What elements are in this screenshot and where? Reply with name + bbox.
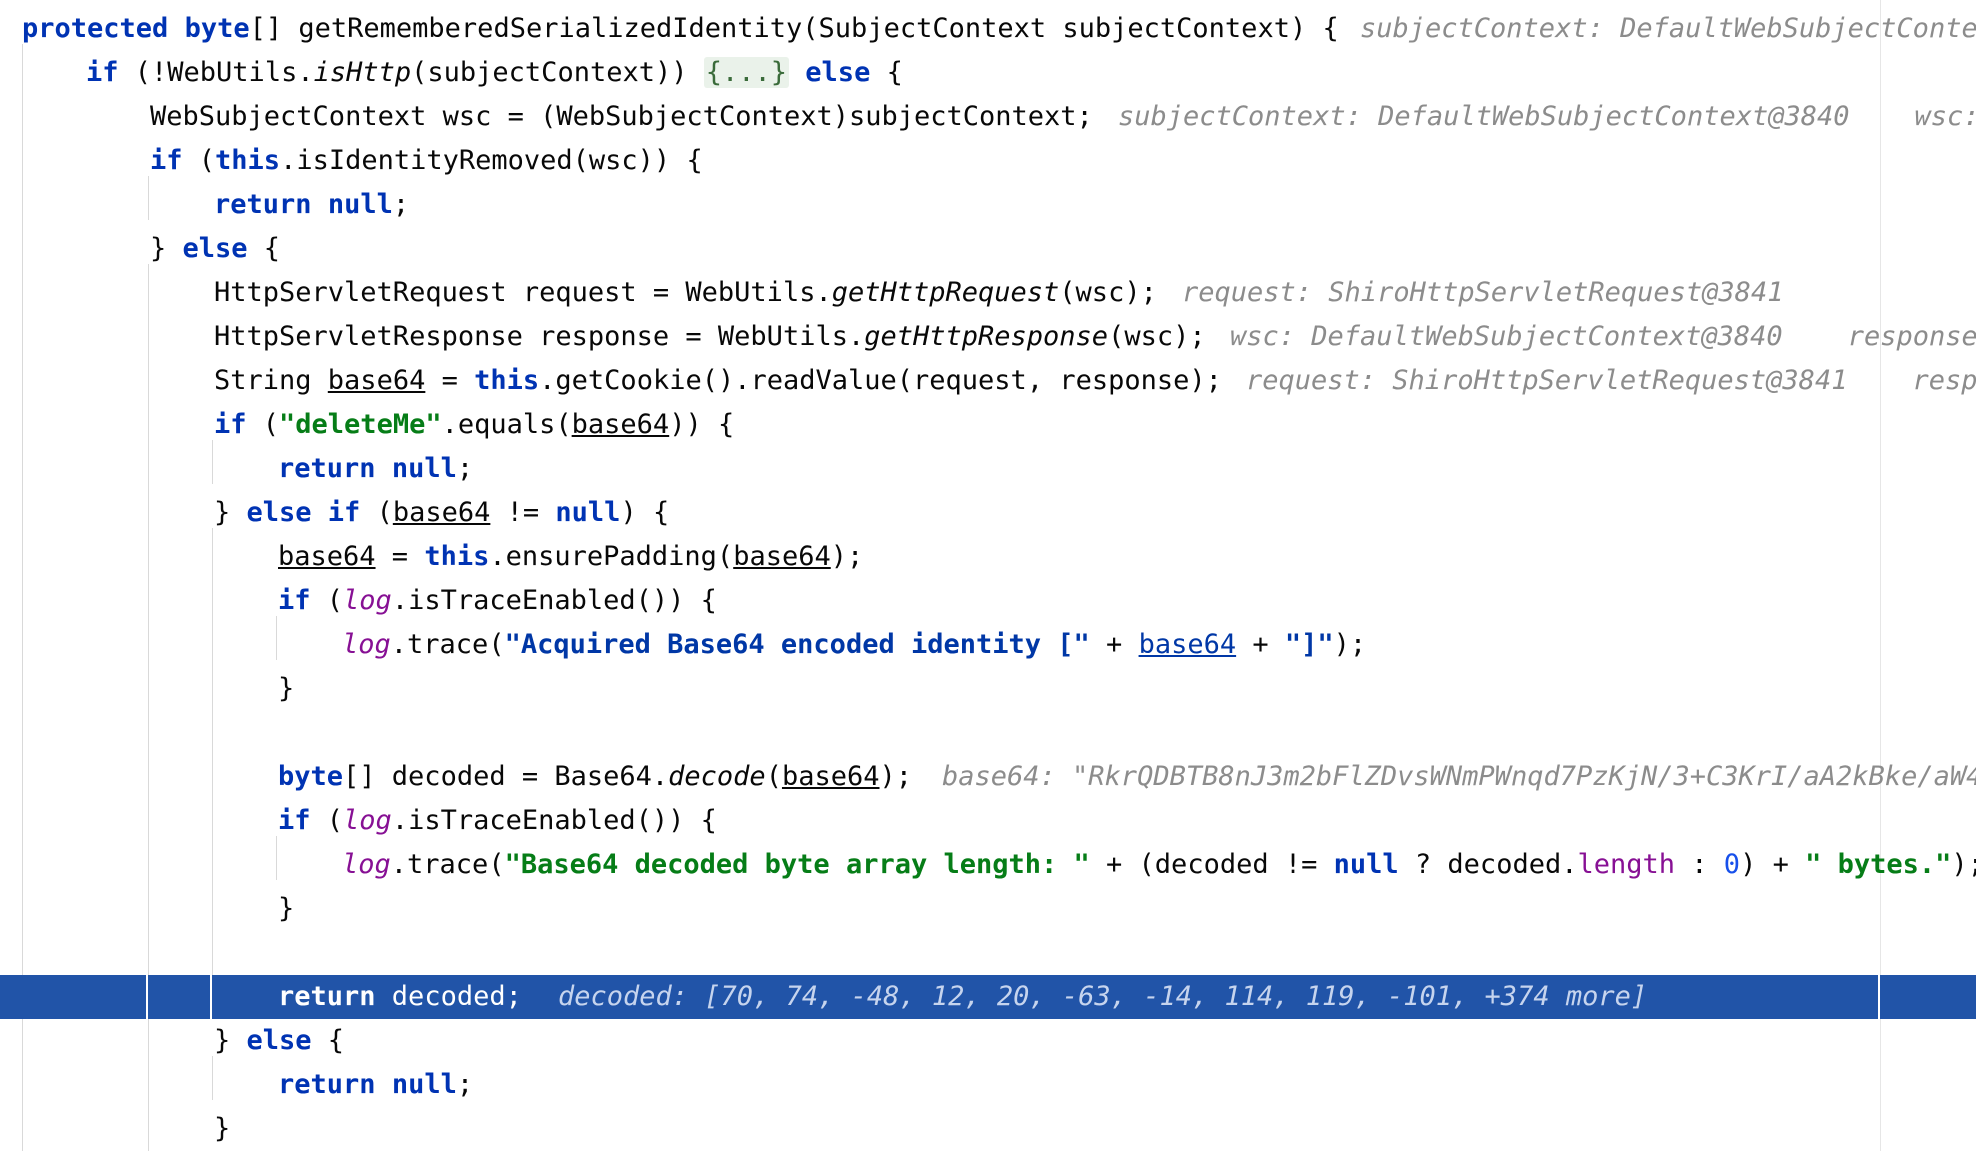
string-literal: " bytes." <box>1805 849 1952 880</box>
static-field: log <box>342 629 391 660</box>
code-line[interactable]: byte[] decoded = Base64.decode(base64); … <box>0 755 1976 799</box>
inline-debug-value: subjectContext: DefaultWebSubjectContext… <box>1118 101 1976 132</box>
string-literal: "Acquired Base64 encoded identity [" <box>504 629 1090 660</box>
keyword: return <box>278 1069 376 1100</box>
reassigned-variable: base64 <box>1138 629 1237 660</box>
static-field: log <box>343 585 392 616</box>
code-line[interactable]: } <box>0 667 1976 711</box>
keyword: if <box>278 805 311 836</box>
number-literal: 0 <box>1723 849 1741 880</box>
code-line[interactable]: log.trace("Base64 decoded byte array len… <box>0 843 1976 887</box>
code-line[interactable]: return null; <box>0 183 1976 227</box>
inline-debug-value: base64: "RkrQDBTB8nJ3m2bFlZDvsWNmPWnqd7P… <box>942 761 1976 792</box>
reassigned-variable: base64 <box>392 497 491 528</box>
keyword: protected <box>22 13 169 44</box>
string-literal: "Base64 decoded byte array length: " <box>504 849 1090 880</box>
keyword: null <box>1333 849 1399 880</box>
code-line[interactable]: protected byte[] getRememberedSerialized… <box>0 7 1976 51</box>
keyword: this <box>474 365 540 396</box>
keyword: if <box>214 409 247 440</box>
code-line[interactable]: } <box>0 887 1976 931</box>
keyword: return <box>278 453 376 484</box>
inline-debug-value: decoded: [70, 74, -48, 12, 20, -63, -14,… <box>558 981 1648 1012</box>
code-line[interactable]: if (!WebUtils.isHttp(subjectContext)) {.… <box>0 51 1976 95</box>
keyword: null <box>555 497 621 528</box>
code-line[interactable]: log.trace("Acquired Base64 encoded ident… <box>0 623 1976 667</box>
code-line[interactable]: String base64 = this.getCookie().readVal… <box>0 359 1976 403</box>
code-line[interactable]: } else { <box>0 1019 1976 1063</box>
code-line[interactable]: HttpServletRequest request = WebUtils.ge… <box>0 271 1976 315</box>
method-signature: [] getRememberedSerializedIdentity(Subje… <box>249 13 1339 44</box>
code-line[interactable]: WebSubjectContext wsc = (WebSubjectConte… <box>0 95 1976 139</box>
keyword: if <box>86 57 119 88</box>
keyword: if <box>278 585 311 616</box>
inline-debug-value: subjectContext: DefaultWebSubjectContex <box>1360 13 1976 44</box>
code-line[interactable]: } else if (base64 != null) { <box>0 491 1976 535</box>
code-line[interactable]: if ("deleteMe".equals(base64)) { <box>0 403 1976 447</box>
code-line[interactable]: if (log.isTraceEnabled()) { <box>0 799 1976 843</box>
reassigned-variable: base64 <box>571 409 670 440</box>
keyword: null <box>391 453 457 484</box>
inline-debug-value: request: ShiroHttpServletRequest@3841 re… <box>1246 365 1976 396</box>
code-line[interactable]: } <box>0 1107 1976 1151</box>
code-line[interactable]: if (log.isTraceEnabled()) { <box>0 579 1976 623</box>
keyword: null <box>327 189 393 220</box>
reassigned-variable: base64 <box>327 365 426 396</box>
reassigned-variable: base64 <box>278 541 376 572</box>
keyword: else <box>805 57 871 88</box>
keyword: else <box>182 233 248 264</box>
static-field: log <box>343 805 392 836</box>
folded-code-block[interactable]: {...} <box>703 57 790 88</box>
field: length <box>1577 849 1676 880</box>
code-line[interactable]: } else { <box>0 227 1976 271</box>
keyword: this <box>215 145 281 176</box>
keyword: this <box>424 541 490 572</box>
keyword: byte <box>278 761 344 792</box>
string-literal: "]" <box>1284 629 1334 660</box>
reassigned-variable: base64 <box>733 541 831 572</box>
string-literal: "deleteMe" <box>279 409 442 440</box>
inline-debug-value: request: ShiroHttpServletRequest@3841 <box>1182 277 1784 308</box>
keyword: return <box>214 189 312 220</box>
keyword: else <box>246 1025 312 1056</box>
execution-point-line[interactable]: return decoded; decoded: [70, 74, -48, 1… <box>0 975 1976 1019</box>
keyword: else if <box>246 497 361 528</box>
code-line[interactable]: return null; <box>0 447 1976 491</box>
reassigned-variable: base64 <box>781 761 880 792</box>
keyword: if <box>150 145 183 176</box>
code-line[interactable]: base64 = this.ensurePadding(base64); <box>0 535 1976 579</box>
keyword: byte <box>184 13 250 44</box>
keyword: return <box>278 981 376 1012</box>
code-editor[interactable]: protected byte[] getRememberedSerialized… <box>0 0 1976 1151</box>
keyword: null <box>391 1069 457 1100</box>
code-line[interactable]: return null; <box>0 1063 1976 1107</box>
inline-debug-value: wsc: DefaultWebSubjectContext@3840 respo… <box>1230 321 1976 352</box>
static-field: log <box>342 849 391 880</box>
code-line[interactable]: HttpServletResponse response = WebUtils.… <box>0 315 1976 359</box>
code-line[interactable]: if (this.isIdentityRemoved(wsc)) { <box>0 139 1976 183</box>
